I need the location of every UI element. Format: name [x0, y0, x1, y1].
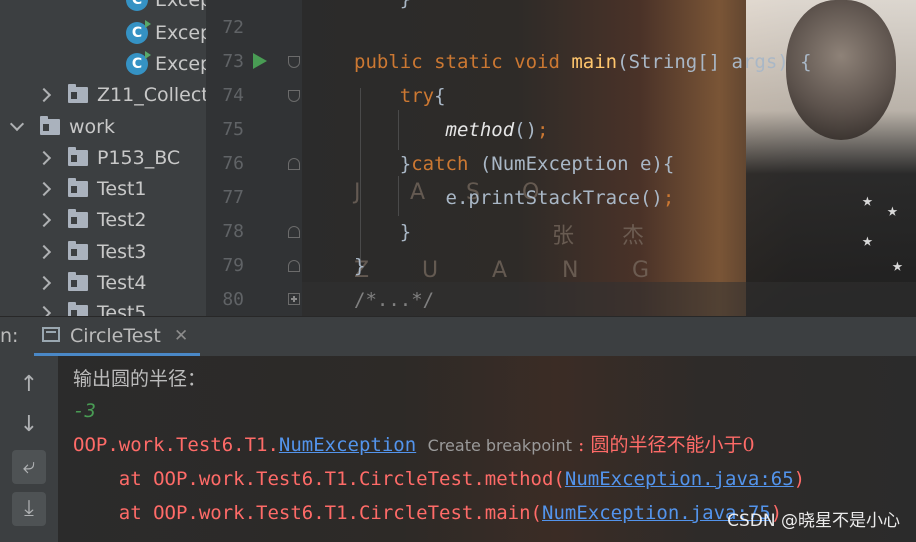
- folder-icon: [68, 84, 88, 103]
- chevron-right-icon[interactable]: [36, 174, 52, 204]
- up-arrow-icon[interactable]: ↑: [12, 368, 46, 402]
- code-line: }: [354, 0, 411, 16]
- line-number: 73: [222, 51, 244, 72]
- tab-circletest[interactable]: CircleTest ✕: [34, 317, 200, 357]
- fold-icon[interactable]: [288, 56, 300, 68]
- code-line: e.printStackTrace();: [445, 187, 675, 209]
- folder-icon: [68, 178, 88, 197]
- folder-icon: [68, 241, 88, 260]
- code-editor[interactable]: J A S O Z U A N G 张 杰 ★ ★ ★ ★ } public s…: [302, 0, 916, 316]
- chevron-right-icon[interactable]: [36, 298, 52, 316]
- chevron-right-icon[interactable]: [36, 205, 52, 235]
- run-label: n:: [0, 325, 19, 347]
- tab-label: CircleTest: [70, 325, 161, 347]
- code-line: }: [354, 255, 366, 277]
- code-line: public static void main(String[] args) {: [354, 51, 812, 73]
- run-icon[interactable]: [253, 53, 267, 69]
- console-icon: [42, 327, 60, 342]
- editor-gutter: 72 73 74 75 76 77 78 79 80: [206, 0, 302, 316]
- exception-link[interactable]: NumException: [279, 434, 416, 456]
- fold-icon[interactable]: [288, 90, 300, 102]
- fold-icon[interactable]: [288, 158, 300, 170]
- create-breakpoint-hint[interactable]: Create breakpoint: [428, 436, 572, 455]
- project-tree: C Excep C Excep C Excep Z11_Collecti wor…: [0, 0, 206, 316]
- star-icon: ★: [892, 255, 903, 276]
- watermark: CSDN @晓星不是小心: [727, 511, 900, 531]
- line-number: 75: [222, 119, 244, 140]
- fold-icon[interactable]: [288, 226, 300, 238]
- folder-icon: [68, 147, 88, 166]
- folder-icon: [68, 302, 88, 316]
- chevron-right-icon[interactable]: [36, 80, 52, 110]
- close-icon[interactable]: ✕: [174, 317, 188, 355]
- line-number: 72: [222, 17, 244, 38]
- scroll-to-end-icon[interactable]: ⤓: [12, 492, 46, 526]
- star-icon: ★: [862, 190, 873, 211]
- line-number: 78: [222, 221, 244, 242]
- code-line: }: [399, 221, 412, 243]
- folder-icon: [68, 209, 88, 228]
- line-number: 76: [222, 153, 244, 174]
- code-line: method();: [445, 119, 549, 141]
- code-line: /*...*/: [354, 289, 435, 311]
- console-line: -3: [73, 400, 96, 422]
- chevron-down-icon[interactable]: [10, 112, 26, 142]
- line-number: 77: [222, 187, 244, 208]
- line-number: 79: [222, 255, 244, 276]
- expand-fold-icon[interactable]: [288, 293, 300, 305]
- folder-icon: [40, 116, 60, 135]
- star-icon: ★: [862, 230, 873, 251]
- star-icon: ★: [887, 200, 898, 221]
- run-panel-header: n: CircleTest ✕: [0, 316, 916, 357]
- line-number: 74: [222, 85, 244, 106]
- chevron-right-icon[interactable]: [36, 143, 52, 173]
- console-line: 输出圆的半径：: [73, 368, 207, 390]
- chevron-right-icon[interactable]: [36, 237, 52, 267]
- fold-icon[interactable]: [288, 260, 300, 272]
- code-line: }catch (NumException e){: [399, 153, 675, 175]
- class-icon: C: [126, 0, 148, 11]
- console-line: OOP.work.Test6.T1.NumException Create br…: [73, 434, 755, 456]
- source-link[interactable]: NumException.java:65: [565, 468, 794, 490]
- line-number: 80: [222, 289, 244, 310]
- stack-trace-line: at OOP.work.Test6.T1.CircleTest.main(Num…: [73, 502, 783, 524]
- soft-wrap-icon[interactable]: ⤶: [12, 450, 46, 484]
- run-toolbar: ↑ ↓ ⤶ ⤓: [0, 356, 58, 542]
- code-line: try{: [399, 85, 446, 107]
- stack-trace-line: at OOP.work.Test6.T1.CircleTest.method(N…: [73, 468, 806, 490]
- folder-icon: [68, 272, 88, 291]
- down-arrow-icon[interactable]: ↓: [12, 408, 46, 442]
- chevron-right-icon[interactable]: [36, 268, 52, 298]
- class-icon: C: [126, 20, 151, 44]
- class-icon: C: [126, 51, 151, 75]
